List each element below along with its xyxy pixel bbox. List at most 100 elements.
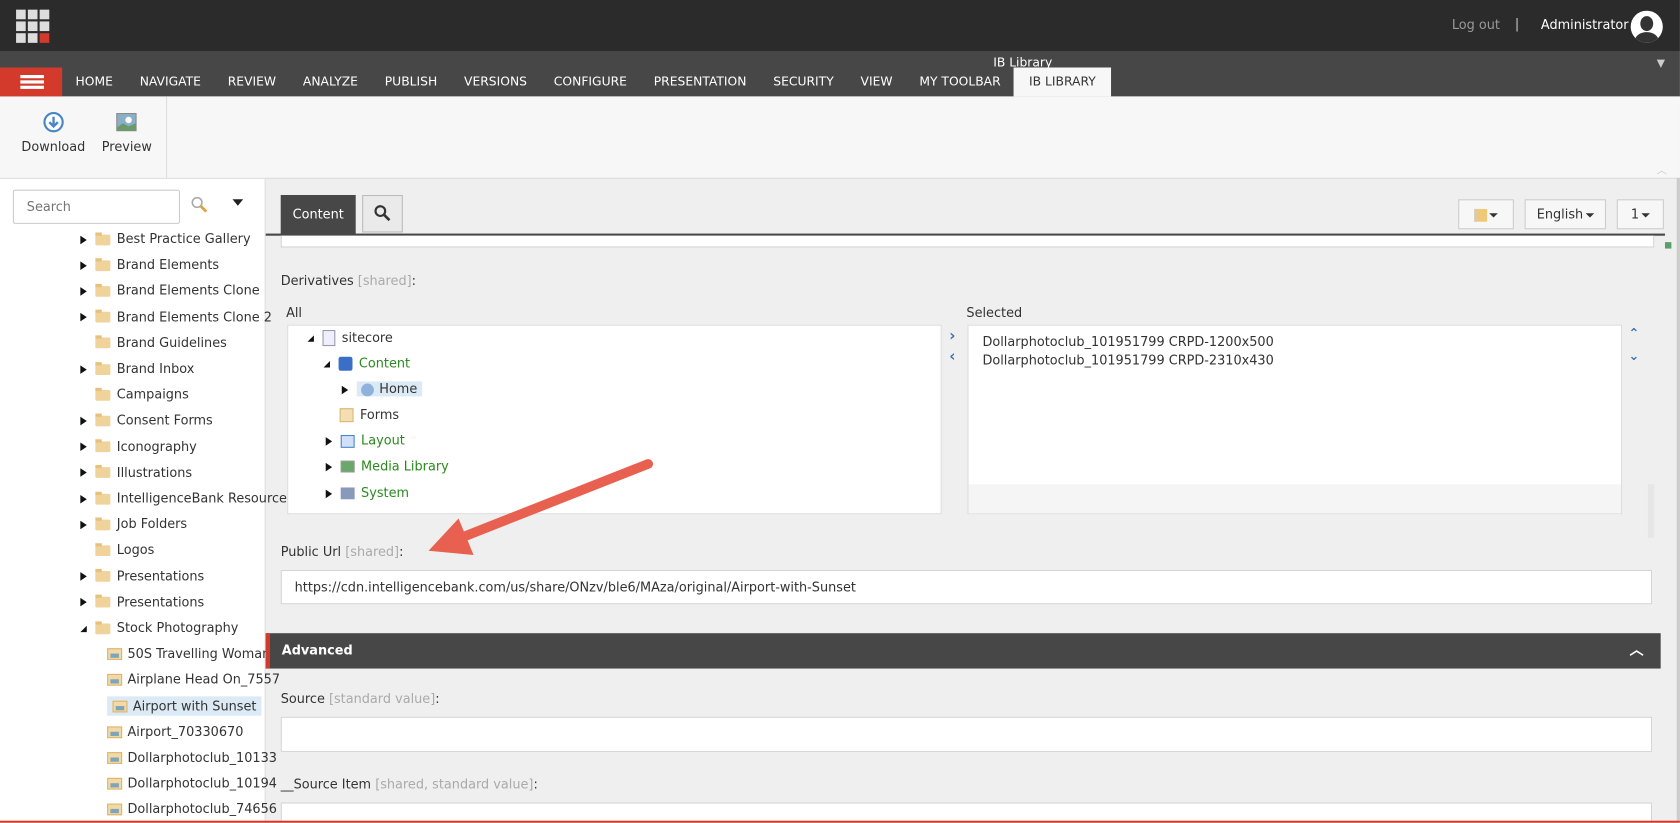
- tab-review[interactable]: REVIEW: [214, 67, 289, 96]
- image-icon: [107, 726, 123, 738]
- expand-toggle-icon[interactable]: [80, 312, 87, 322]
- tree-item[interactable]: Dollarphotoclub_10194: [107, 772, 277, 796]
- expand-toggle-icon[interactable]: [80, 442, 87, 452]
- tab-configure[interactable]: CONFIGURE: [540, 67, 640, 96]
- tree-item[interactable]: Campaigns: [80, 383, 189, 407]
- ribbon-toggle-icon[interactable]: ▼: [1657, 58, 1665, 70]
- tree-item[interactable]: Brand Guidelines: [80, 331, 227, 355]
- tree-node-system[interactable]: System: [325, 481, 409, 505]
- app-launcher-icon[interactable]: [16, 9, 50, 43]
- image-icon: [107, 778, 123, 790]
- expand-toggle-icon[interactable]: [80, 468, 87, 478]
- tab-publish[interactable]: PUBLISH: [371, 67, 450, 96]
- tree-item-label: Airport_70330670: [127, 724, 244, 740]
- collapse-chevron-icon[interactable]: ︿: [1630, 633, 1644, 668]
- tab-view[interactable]: VIEW: [847, 67, 906, 96]
- tree-item[interactable]: Illustrations: [80, 460, 192, 484]
- selected-item[interactable]: Dollarphotoclub_101951799 CRPD-1200x500: [982, 334, 1273, 349]
- tree-item[interactable]: Iconography: [80, 435, 197, 459]
- tree-item[interactable]: Airport_70330670: [107, 720, 243, 744]
- search-options-dropdown[interactable]: [232, 199, 244, 206]
- collapse-ribbon-icon[interactable]: ︿: [1656, 161, 1667, 177]
- tree-item-label: Dollarphotoclub_74656: [127, 801, 277, 817]
- tree-item[interactable]: Airport with Sunset: [107, 694, 262, 718]
- tree-node-content[interactable]: Content: [323, 351, 410, 375]
- tab-presentation[interactable]: PRESENTATION: [640, 67, 760, 96]
- tree-item[interactable]: IntelligenceBank Resources: [80, 486, 294, 510]
- language-dropdown[interactable]: English: [1524, 199, 1607, 230]
- tab-ib-library[interactable]: IB LIBRARY: [1014, 67, 1111, 97]
- tab-my-toolbar[interactable]: MY TOOLBAR: [906, 67, 1014, 96]
- tab-navigate[interactable]: NAVIGATE: [126, 67, 214, 96]
- public-url-input[interactable]: https://cdn.intelligencebank.com/us/shar…: [280, 569, 1653, 605]
- tree-item[interactable]: Job Folders: [80, 512, 187, 536]
- tree-item[interactable]: Logos: [80, 538, 154, 562]
- ribbon-tabs-bar: IB Library HOME NAVIGATE REVIEW ANALYZE …: [0, 51, 1680, 97]
- scrollbar[interactable]: [1676, 177, 1680, 821]
- selected-items-list[interactable]: Dollarphotoclub_101951799 CRPD-1200x500 …: [967, 324, 1623, 515]
- expand-toggle-icon[interactable]: [80, 416, 87, 426]
- add-selected-arrow[interactable]: ›: [949, 328, 955, 345]
- tree-item-label: Best Practice Gallery: [116, 231, 251, 247]
- logout-link[interactable]: Log out: [1452, 17, 1500, 32]
- search-icon[interactable]: [191, 196, 208, 213]
- remove-selected-arrow[interactable]: ‹: [949, 348, 955, 365]
- download-button[interactable]: Download: [21, 111, 85, 154]
- home-icon: [361, 383, 374, 396]
- selected-item[interactable]: Dollarphotoclub_101951799 CRPD-2310x430: [982, 352, 1273, 367]
- search-tab[interactable]: [362, 194, 403, 233]
- expand-toggle-icon[interactable]: [80, 494, 87, 504]
- tree-item[interactable]: Dollarphotoclub_74656: [107, 798, 277, 822]
- tree-item[interactable]: Brand Inbox: [80, 357, 194, 381]
- tree-item[interactable]: Consent Forms: [80, 409, 213, 433]
- tree-item[interactable]: Stock Photography: [80, 616, 238, 640]
- tree-item[interactable]: Brand Elements Clone: [80, 279, 260, 303]
- folder-icon: [95, 309, 111, 323]
- expand-toggle-icon[interactable]: [80, 364, 87, 374]
- tree-item[interactable]: Brand Elements Clone 2: [80, 305, 272, 329]
- preview-button[interactable]: Preview: [102, 111, 152, 154]
- advanced-section-header[interactable]: Advanced ︿: [265, 633, 1661, 669]
- expand-toggle-icon[interactable]: [80, 625, 87, 632]
- tree-item[interactable]: Presentations: [80, 564, 204, 588]
- tree-item[interactable]: Brand Elements: [80, 253, 219, 277]
- search-input[interactable]: [12, 189, 180, 224]
- tab-analyze[interactable]: ANALYZE: [290, 67, 372, 96]
- tree-node-layout[interactable]: Layout: [325, 429, 405, 453]
- expand-toggle-icon[interactable]: [80, 261, 87, 270]
- ribbon-tabs: HOME NAVIGATE REVIEW ANALYZE PUBLISH VER…: [62, 67, 1111, 97]
- avatar[interactable]: [1630, 10, 1663, 43]
- expand-toggle-icon[interactable]: [80, 572, 87, 581]
- tree-item[interactable]: Dollarphotoclub_10133: [107, 746, 277, 770]
- hamburger-menu-button[interactable]: [0, 67, 63, 97]
- tree-item[interactable]: Presentations: [80, 590, 204, 614]
- tab-content[interactable]: Content: [280, 194, 356, 235]
- tree-node-home[interactable]: Home: [341, 377, 423, 401]
- move-up-arrow[interactable]: ⌃: [1629, 326, 1640, 341]
- move-down-arrow[interactable]: ⌄: [1629, 348, 1640, 363]
- ribbon: Download Preview ︿: [0, 96, 1680, 179]
- expand-toggle-icon[interactable]: [80, 598, 87, 607]
- tree-item[interactable]: Airplane Head On_7557: [107, 668, 280, 692]
- tab-versions[interactable]: VERSIONS: [451, 67, 541, 96]
- tree-item[interactable]: 50S Travelling Woman1: [107, 642, 278, 666]
- tree-item-label: Illustrations: [116, 464, 193, 480]
- tab-security[interactable]: SECURITY: [760, 67, 847, 96]
- source-input[interactable]: [280, 716, 1653, 753]
- expand-toggle-icon[interactable]: [80, 235, 87, 244]
- tree-item-label: Presentations: [116, 568, 205, 584]
- divider: [166, 96, 168, 178]
- save-dropdown-button[interactable]: [1458, 199, 1514, 230]
- resize-handle[interactable]: [1647, 484, 1655, 538]
- tree-node-forms[interactable]: Forms: [339, 403, 399, 427]
- expand-toggle-icon[interactable]: [80, 287, 87, 296]
- version-value: 1: [1630, 206, 1640, 222]
- folder-icon: [95, 594, 111, 608]
- previous-field-input[interactable]: [280, 235, 1655, 248]
- version-dropdown[interactable]: 1: [1616, 199, 1664, 230]
- tree-item[interactable]: Best Practice Gallery: [80, 227, 251, 251]
- user-name[interactable]: Administrator: [1541, 17, 1629, 32]
- tab-home[interactable]: HOME: [62, 67, 126, 96]
- expand-toggle-icon[interactable]: [80, 520, 87, 529]
- tree-node-sitecore[interactable]: sitecore: [307, 326, 393, 350]
